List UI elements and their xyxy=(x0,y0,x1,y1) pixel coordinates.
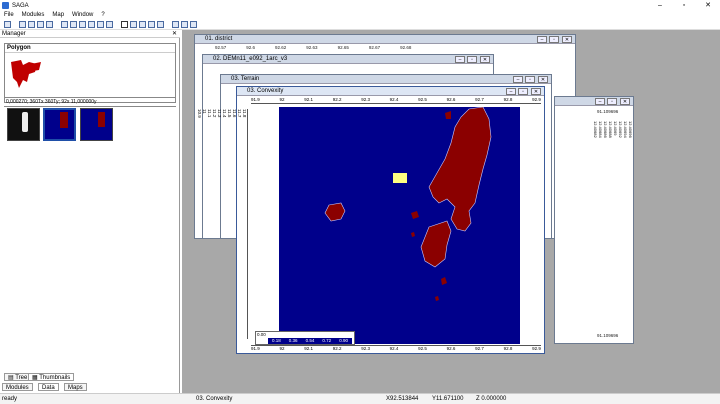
pointer-icon[interactable] xyxy=(121,20,128,28)
manager-panel: Manager ✕ Polygon 0,000270; 360Tx 360Ty;… xyxy=(0,30,180,393)
status-bar: ready 03. Convexity X92.513844 Y11.67110… xyxy=(0,393,720,404)
thumbnail-2[interactable] xyxy=(43,108,76,141)
window-maximize-button[interactable]: ▫ xyxy=(549,36,559,43)
menu-map[interactable]: Map xyxy=(52,12,64,18)
window-close-button[interactable]: ✕ xyxy=(538,76,548,83)
window-maximize-button[interactable]: ▫ xyxy=(467,56,477,63)
grid-icon[interactable] xyxy=(37,20,44,28)
window-close-button[interactable]: ✕ xyxy=(562,36,572,43)
thumbnail-3[interactable] xyxy=(80,108,113,141)
copy-icon[interactable] xyxy=(70,20,77,28)
toolbar xyxy=(0,19,720,30)
tab-maps[interactable]: Maps xyxy=(64,383,87,391)
manager-close-icon[interactable]: ✕ xyxy=(172,30,177,37)
close-button[interactable]: ✕ xyxy=(696,0,720,11)
thumbnail-1[interactable] xyxy=(7,108,40,141)
zoom-icon[interactable] xyxy=(130,20,137,28)
export-icon[interactable] xyxy=(88,20,95,28)
bottom-ruler: 91.9 92 92.1 92.2 92.3 92.4 92.5 92.6 92.7 92.8 92… xyxy=(251,345,541,351)
left-ruler: 11.8 11.7 11.6 11.5 11.4 11.3 11.2 11.1 11 10.9 xyxy=(197,109,248,339)
pin-icon[interactable] xyxy=(61,20,68,28)
thumbnails-icon: ▦ xyxy=(32,375,38,381)
paste-icon[interactable] xyxy=(79,20,86,28)
map-window-right[interactable]: – ▫ ✕ 91.109696 91.109696 12.40696 12.406… xyxy=(554,96,634,344)
zoom-in-icon[interactable] xyxy=(181,20,188,28)
tree-icon: ▤ xyxy=(8,375,14,381)
table-icon[interactable] xyxy=(46,20,53,28)
tab-thumbnails[interactable]: ▦ Thumbnails xyxy=(28,373,75,381)
window-close-button[interactable]: ✕ xyxy=(531,88,541,95)
pan-icon[interactable] xyxy=(139,20,146,28)
menu-bar: File Modules Map Window ? xyxy=(0,11,720,19)
window-minimize-button[interactable]: – xyxy=(455,56,465,63)
window-maximize-button[interactable]: ▫ xyxy=(518,88,528,95)
manager-title: Manager xyxy=(0,30,180,38)
title-bar: SAGA – ▫ ✕ xyxy=(0,0,720,11)
zoom-out-icon[interactable] xyxy=(190,20,197,28)
layout-icon[interactable] xyxy=(19,20,26,28)
mdi-workspace: 01. district – ▫ ✕ 92.57 92.6 92.62 92.63 92… xyxy=(182,30,720,393)
status-text: ready xyxy=(2,396,18,402)
window-close-button[interactable]: ✕ xyxy=(480,56,490,63)
menu-file[interactable]: File xyxy=(4,12,14,18)
window-minimize-button[interactable]: – xyxy=(537,36,547,43)
layer-title: Polygon xyxy=(5,44,175,53)
layer-preview-box: Polygon xyxy=(4,43,176,103)
refresh-icon[interactable] xyxy=(148,20,155,28)
duplicate-icon[interactable] xyxy=(97,20,104,28)
window-caption[interactable]: 01. district – ▫ ✕ xyxy=(195,35,575,44)
color-legend: 0.00 0.18 0.36 0.54 0.72 0.90 xyxy=(255,331,355,345)
window-maximize-button[interactable]: ▫ xyxy=(525,76,535,83)
chart-icon[interactable] xyxy=(157,20,164,28)
legend-min: 0.00 xyxy=(257,332,266,337)
window-minimize-button[interactable]: – xyxy=(513,76,523,83)
menu-help[interactable]: ? xyxy=(101,12,104,18)
highlight-marker xyxy=(393,173,407,183)
maximize-button[interactable]: ▫ xyxy=(672,0,696,11)
minimize-button[interactable]: – xyxy=(648,0,672,11)
status-x: X92.513844 xyxy=(386,396,419,402)
layer-info: 0,000270; 360Tx 360Ty; 92x 11,000000y xyxy=(4,97,176,107)
app-icon xyxy=(2,2,9,9)
window-maximize-button[interactable]: ▫ xyxy=(607,98,617,105)
status-layer: 03. Convexity xyxy=(196,396,233,402)
map-canvas[interactable] xyxy=(279,107,520,344)
layer-icon[interactable] xyxy=(172,20,179,28)
window-minimize-button[interactable]: – xyxy=(506,88,516,95)
layer-preview-image xyxy=(11,60,41,88)
menu-window[interactable]: Window xyxy=(72,12,93,18)
status-z: Z 0.000000 xyxy=(476,396,507,402)
map-window-convexity[interactable]: 03. Convexity – ▫ ✕ 91.9 92 92.1 92.2 92.3 92… xyxy=(197,86,545,354)
status-y: Y11.671100 xyxy=(432,396,464,402)
app-title: SAGA xyxy=(12,2,29,9)
window-caption[interactable]: 03. Terrain – ▫ ✕ xyxy=(221,75,551,84)
right-ruler-bottom-label: 91.109696 xyxy=(597,333,619,338)
top-ruler: 91.9 92 92.1 92.2 92.3 92.4 92.5 92.6 92.7 92.8 92… xyxy=(251,97,541,104)
window-caption[interactable]: 02. DEMn11_e092_1arc_v3 – ▫ ✕ xyxy=(203,55,493,64)
window-minimize-button[interactable]: – xyxy=(595,98,605,105)
legend-gradient: 0.18 0.36 0.54 0.72 0.90 xyxy=(268,338,352,344)
right-ruler: 12.40696 12.40694 12.40692 12.4069 12.40688 1… xyxy=(593,121,633,138)
tab-data[interactable]: Data xyxy=(38,383,59,391)
check-icon[interactable] xyxy=(106,20,113,28)
save-icon[interactable] xyxy=(28,20,35,28)
tab-modules[interactable]: Modules xyxy=(2,383,33,391)
top-ruler: 92.57 92.6 92.62 92.63 92.65 92.67 92.68 xyxy=(215,45,412,50)
window-caption[interactable]: – ▫ ✕ xyxy=(555,97,633,106)
menu-modules[interactable]: Modules xyxy=(22,12,45,18)
open-icon[interactable] xyxy=(4,20,11,28)
window-close-button[interactable]: ✕ xyxy=(620,98,630,105)
window-caption[interactable]: 03. Convexity – ▫ ✕ xyxy=(237,87,544,96)
right-ruler-top-label: 91.109696 xyxy=(597,109,619,114)
